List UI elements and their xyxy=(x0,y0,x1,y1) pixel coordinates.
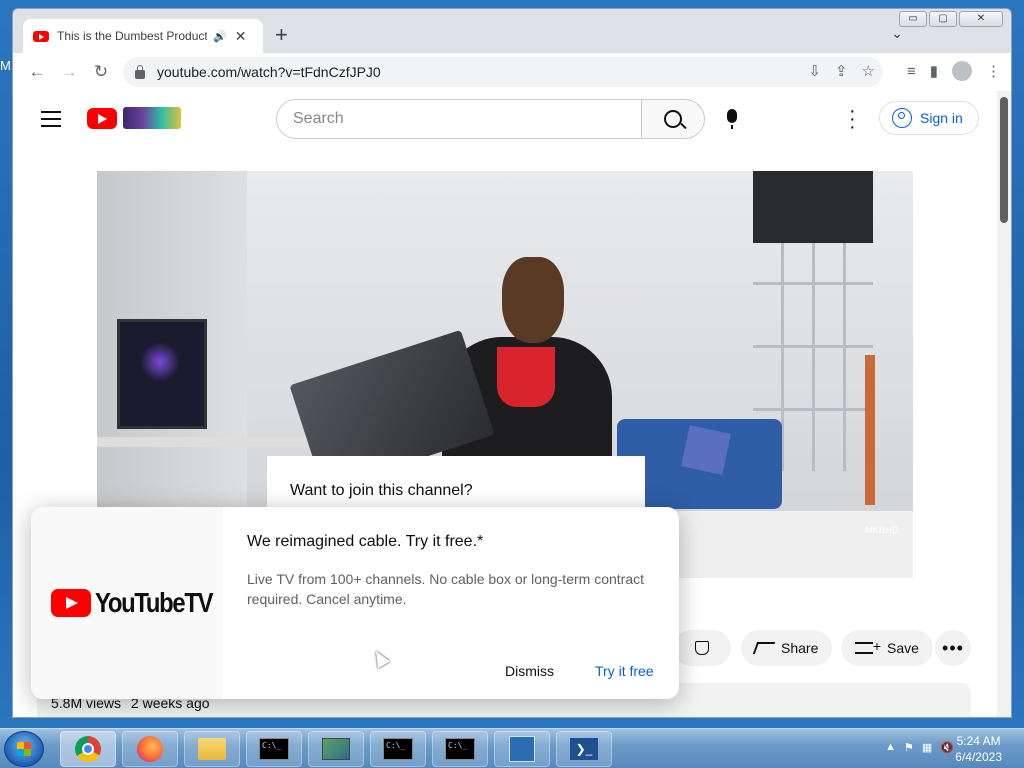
taskbar-chrome[interactable] xyxy=(60,731,116,767)
share-button[interactable]: Share xyxy=(741,630,833,666)
save-button[interactable]: Save xyxy=(841,630,933,666)
browser-window: This is the Dumbest Product 🔊 ✕ + ⌄ ▭ ▢ … xyxy=(12,8,1012,718)
share-arrow-icon xyxy=(752,642,776,654)
clock-time: 5:24 AM xyxy=(956,734,1001,748)
settings-kebab-icon[interactable]: · · · xyxy=(849,101,856,137)
hamburger-menu-icon[interactable] xyxy=(41,111,61,132)
promo-description: Live TV from 100+ channels. No cable box… xyxy=(247,571,644,607)
microphone-icon[interactable] xyxy=(727,109,737,129)
media-control-icon[interactable]: ≡ xyxy=(907,63,916,80)
lock-icon[interactable] xyxy=(135,64,145,79)
powershell-icon: ❯_ xyxy=(570,738,598,760)
firefox-icon xyxy=(137,736,163,762)
youtube-tv-play-icon xyxy=(51,589,91,617)
url-text[interactable]: youtube.com/watch?v=tFdnCzfJPJ0 xyxy=(157,64,381,80)
share-page-icon[interactable]: ⇪ xyxy=(835,62,848,80)
try-it-free-button[interactable]: Try it free xyxy=(595,663,654,679)
new-tab-button[interactable]: + xyxy=(275,23,288,47)
thumbs-down-icon xyxy=(695,641,709,655)
taskbar-explorer[interactable] xyxy=(184,731,240,767)
share-label: Share xyxy=(781,640,819,656)
youtube-doodle-icon[interactable] xyxy=(123,107,181,129)
search-input[interactable]: Search xyxy=(276,99,642,139)
minimize-button[interactable]: ▭ xyxy=(899,11,927,27)
video-frame-shade xyxy=(753,171,873,243)
clock[interactable]: 5:24 AM 6/4/2023 xyxy=(955,733,1002,765)
window-controls: ▭ ▢ ✕ xyxy=(899,11,1003,27)
taskbar-cmd-3[interactable]: C:\_ xyxy=(432,731,488,767)
youtube-header: Search · · · Sign in xyxy=(13,91,999,147)
taskbar-firefox[interactable] xyxy=(122,731,178,767)
search-button[interactable] xyxy=(641,99,705,139)
maximize-button[interactable]: ▢ xyxy=(929,11,957,27)
command-prompt-icon: C:\_ xyxy=(383,738,413,760)
youtube-page: Search · · · Sign in MKBHD Want to join … xyxy=(13,91,999,717)
network-icon[interactable]: ▦ xyxy=(922,741,932,754)
profile-avatar-icon[interactable] xyxy=(952,61,972,81)
taskbar-powershell[interactable]: ❯_ xyxy=(556,731,612,767)
taskbar: C:\_ C:\_ C:\_ ❯_ ▲ ⚑ ▦ 🔇 5:24 AM 6/4/20… xyxy=(0,728,1024,768)
address-bar[interactable]: youtube.com/watch?v=tFdnCzfJPJ0 ⇩ ⇪ ☆ xyxy=(123,57,883,87)
sign-in-button[interactable]: Sign in xyxy=(879,101,979,135)
more-horizontal-icon: ••• xyxy=(942,638,964,658)
video-frame-desk xyxy=(97,437,317,447)
tab-search-chevron-icon[interactable]: ⌄ xyxy=(891,25,903,42)
tab-youtube[interactable]: This is the Dumbest Product 🔊 ✕ xyxy=(23,19,263,53)
video-frame-pillow xyxy=(681,425,731,475)
dismiss-button[interactable]: Dismiss xyxy=(505,663,554,679)
browser-toolbar: ← → ↻ youtube.com/watch?v=tFdnCzfJPJ0 ⇩ … xyxy=(13,53,1011,91)
system-tray: ▲ ⚑ ▦ 🔇 xyxy=(885,741,954,754)
volume-muted-icon[interactable]: 🔇 xyxy=(940,741,954,754)
command-prompt-icon: C:\_ xyxy=(259,738,289,760)
taskbar-monitor[interactable] xyxy=(308,731,364,767)
youtube-tv-logo: YouTubeTV xyxy=(51,587,233,619)
desktop-icon-label: M xyxy=(0,58,11,73)
tray-expand-icon[interactable]: ▲ xyxy=(885,741,896,754)
account-circle-icon xyxy=(892,108,912,128)
dislike-button[interactable] xyxy=(673,630,731,666)
server-manager-icon xyxy=(509,736,535,762)
tab-strip: This is the Dumbest Product 🔊 ✕ + ⌄ ▭ ▢ … xyxy=(13,9,1011,53)
youtube-favicon-icon xyxy=(33,30,49,42)
taskbar-server-manager[interactable] xyxy=(494,731,550,767)
sign-in-label: Sign in xyxy=(920,110,963,126)
chrome-icon xyxy=(75,736,101,762)
folder-icon xyxy=(198,738,226,760)
back-arrow-icon[interactable]: ← xyxy=(21,62,53,82)
playlist-add-icon xyxy=(855,638,881,654)
tab-title: This is the Dumbest Product xyxy=(57,29,207,43)
video-watermark: MKBHD xyxy=(865,525,899,535)
command-prompt-icon: C:\_ xyxy=(445,738,475,760)
close-window-button[interactable]: ✕ xyxy=(959,11,1003,27)
system-monitor-icon xyxy=(322,738,350,760)
save-label: Save xyxy=(887,640,919,656)
forward-arrow-icon[interactable]: → xyxy=(53,62,85,82)
action-center-flag-icon[interactable]: ⚑ xyxy=(904,741,914,754)
start-button[interactable] xyxy=(4,731,44,767)
youtube-tv-wordmark: YouTubeTV xyxy=(95,587,213,618)
clock-date: 6/4/2023 xyxy=(955,750,1002,764)
promo-title: We reimagined cable. Try it free.* xyxy=(247,533,484,550)
taskbar-cmd-2[interactable]: C:\_ xyxy=(370,731,426,767)
video-frame-monitor xyxy=(117,319,207,429)
reload-icon[interactable]: ↻ xyxy=(85,62,117,82)
promo-brand-panel: YouTubeTV xyxy=(31,507,223,699)
taskbar-cmd-1[interactable]: C:\_ xyxy=(246,731,302,767)
youtube-logo-icon[interactable] xyxy=(87,108,117,129)
scrollbar-thumb[interactable] xyxy=(1000,97,1008,223)
video-frame-vacuum xyxy=(865,355,875,505)
join-channel-prompt: Want to join this channel? xyxy=(290,482,473,499)
browser-menu-icon[interactable]: ⋮ xyxy=(986,62,1001,80)
install-app-icon[interactable]: ⇩ xyxy=(808,62,821,80)
side-panel-icon[interactable]: ▮ xyxy=(930,62,938,80)
page-scrollbar[interactable] xyxy=(997,91,1011,717)
close-tab-icon[interactable]: ✕ xyxy=(235,28,247,45)
speaker-icon[interactable]: 🔊 xyxy=(213,30,227,43)
youtube-tv-promo-dialog: YouTubeTV We reimagined cable. Try it fr… xyxy=(31,507,679,699)
bookmark-star-icon[interactable]: ☆ xyxy=(862,62,875,80)
more-actions-button[interactable]: ••• xyxy=(935,630,971,666)
